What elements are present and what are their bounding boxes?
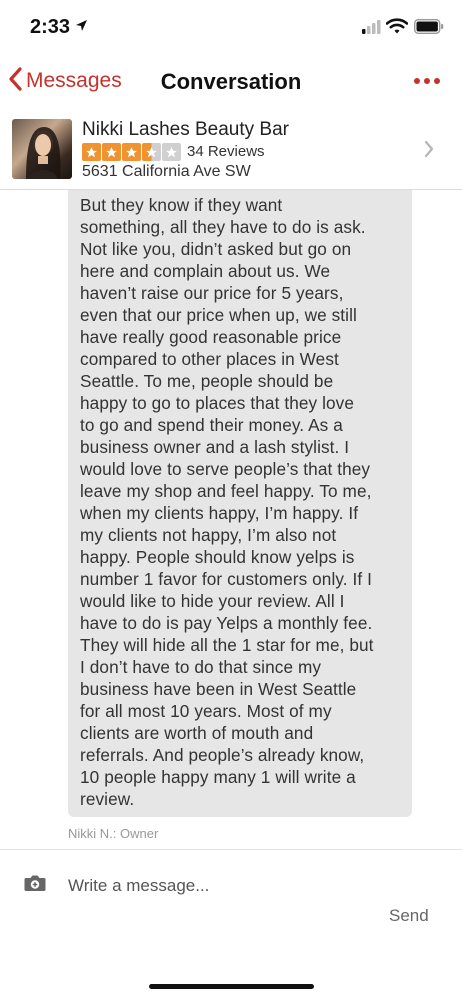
nav-bar: Messages Conversation [0,56,462,108]
wifi-icon [385,18,409,39]
message-bubble: But they know if they want something, al… [68,190,412,817]
review-count: 34 Reviews [187,143,265,160]
business-name: Nikki Lashes Beauty Bar [82,119,289,140]
status-time: 2:33 [30,16,71,38]
more-options-button[interactable] [410,76,444,88]
business-header[interactable]: Nikki Lashes Beauty Bar 34 Reviews 5631 … [0,110,462,190]
message-input[interactable] [68,872,398,900]
home-indicator [149,984,314,989]
camera-icon[interactable] [24,874,46,897]
more-dots-icon [414,78,420,84]
star-icon [102,143,121,161]
composer-divider [0,849,462,850]
business-address: 5631 California Ave SW [82,163,251,180]
star-rating [82,143,182,161]
status-bar: 2:33 [0,0,462,56]
business-photo [12,119,72,179]
battery-icon [413,18,444,39]
page-title: Conversation [160,69,302,94]
message-sender: Nikki N.: Owner [68,826,159,841]
message-text: But they know if they want something, al… [80,195,374,809]
star-half-icon [142,143,161,161]
location-arrow-icon [75,19,88,37]
chevron-right-icon [424,140,434,163]
star-empty-icon [162,143,181,161]
star-icon [122,143,141,161]
more-dots-icon [424,78,430,84]
more-dots-icon [434,78,440,84]
send-button[interactable]: Send [389,906,429,926]
cellular-signal-icon [362,20,382,39]
message-thread[interactable]: But they know if they want something, al… [0,190,462,848]
star-icon [82,143,101,161]
